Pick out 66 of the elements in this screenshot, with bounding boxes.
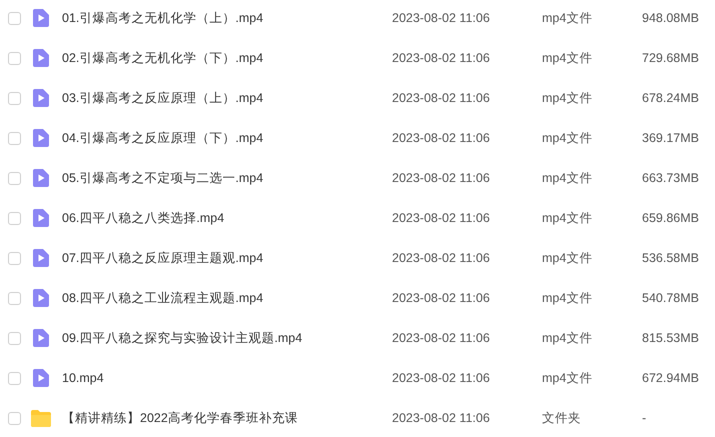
modified-date: 2023-08-02 11:06 [392,130,491,147]
file-size: 536.58MB [642,250,699,267]
file-size: 815.53MB [642,330,699,347]
checkbox[interactable] [8,212,21,224]
modified-date: 2023-08-02 11:06 [392,290,491,307]
file-name[interactable]: 03.引爆高考之反应原理（上）.mp4 [62,88,392,108]
file-name[interactable]: 06.四平八稳之八类选择.mp4 [62,208,392,228]
file-type: 文件夹 [542,410,582,427]
modified-date: 2023-08-02 11:06 [392,50,491,67]
checkbox[interactable] [8,292,21,304]
file-name[interactable]: 08.四平八稳之工业流程主观题.mp4 [62,288,392,308]
file-type: mp4文件 [542,210,594,227]
checkbox[interactable] [8,12,21,24]
checkbox[interactable] [8,132,21,144]
file-type: mp4文件 [542,10,594,27]
file-name[interactable]: 07.四平八稳之反应原理主题观.mp4 [62,248,392,268]
modified-date: 2023-08-02 11:06 [392,90,491,107]
file-name[interactable]: 【精讲精练】2022高考化学春季班补充课 [62,408,392,428]
checkbox[interactable] [8,52,21,64]
video-file-icon [33,209,49,227]
file-type: mp4文件 [542,90,594,107]
file-size: 948.08MB [642,10,699,27]
file-type: mp4文件 [542,170,594,187]
video-file-icon [33,89,49,107]
video-file-icon [33,129,49,147]
file-type: mp4文件 [542,370,594,387]
modified-date: 2023-08-02 11:06 [392,370,491,387]
file-name[interactable]: 02.引爆高考之无机化学（下）.mp4 [62,48,392,68]
file-name[interactable]: 10.mp4 [62,368,392,388]
checkbox[interactable] [8,332,21,344]
modified-date: 2023-08-02 11:06 [392,330,491,347]
video-file-icon [33,9,49,27]
modified-date: 2023-08-02 11:06 [392,10,491,27]
file-type: mp4文件 [542,250,594,267]
video-file-icon [33,369,49,387]
file-size: 678.24MB [642,90,699,107]
file-type: mp4文件 [542,330,594,347]
file-size: 729.68MB [642,50,699,67]
file-name[interactable]: 05.引爆高考之不定项与二选一.mp4 [62,168,392,188]
file-size: - [642,410,646,427]
video-file-icon [33,49,49,67]
video-file-icon [33,169,49,187]
video-file-icon [33,329,49,347]
modified-date: 2023-08-02 11:06 [392,210,491,227]
checkbox[interactable] [8,372,21,384]
file-type: mp4文件 [542,50,594,67]
modified-date: 2023-08-02 11:06 [392,170,491,187]
file-size: 540.78MB [642,290,699,307]
modified-date: 2023-08-02 11:06 [392,250,491,267]
video-file-icon [33,289,49,307]
checkbox[interactable] [8,252,21,264]
checkbox[interactable] [8,92,21,104]
folder-icon [31,410,51,426]
file-size: 663.73MB [642,170,699,187]
file-type: mp4文件 [542,290,594,307]
modified-date: 2023-08-02 11:06 [392,410,491,427]
checkbox[interactable] [8,412,21,424]
file-name[interactable]: 01.引爆高考之无机化学（上）.mp4 [62,8,392,28]
file-size: 369.17MB [642,130,699,147]
file-type: mp4文件 [542,130,594,147]
file-size: 659.86MB [642,210,699,227]
file-size: 672.94MB [642,370,699,387]
checkbox[interactable] [8,172,21,184]
file-name[interactable]: 09.四平八稳之探究与实验设计主观题.mp4 [62,328,392,348]
file-name[interactable]: 04.引爆高考之反应原理（下）.mp4 [62,128,392,148]
video-file-icon [33,249,49,267]
